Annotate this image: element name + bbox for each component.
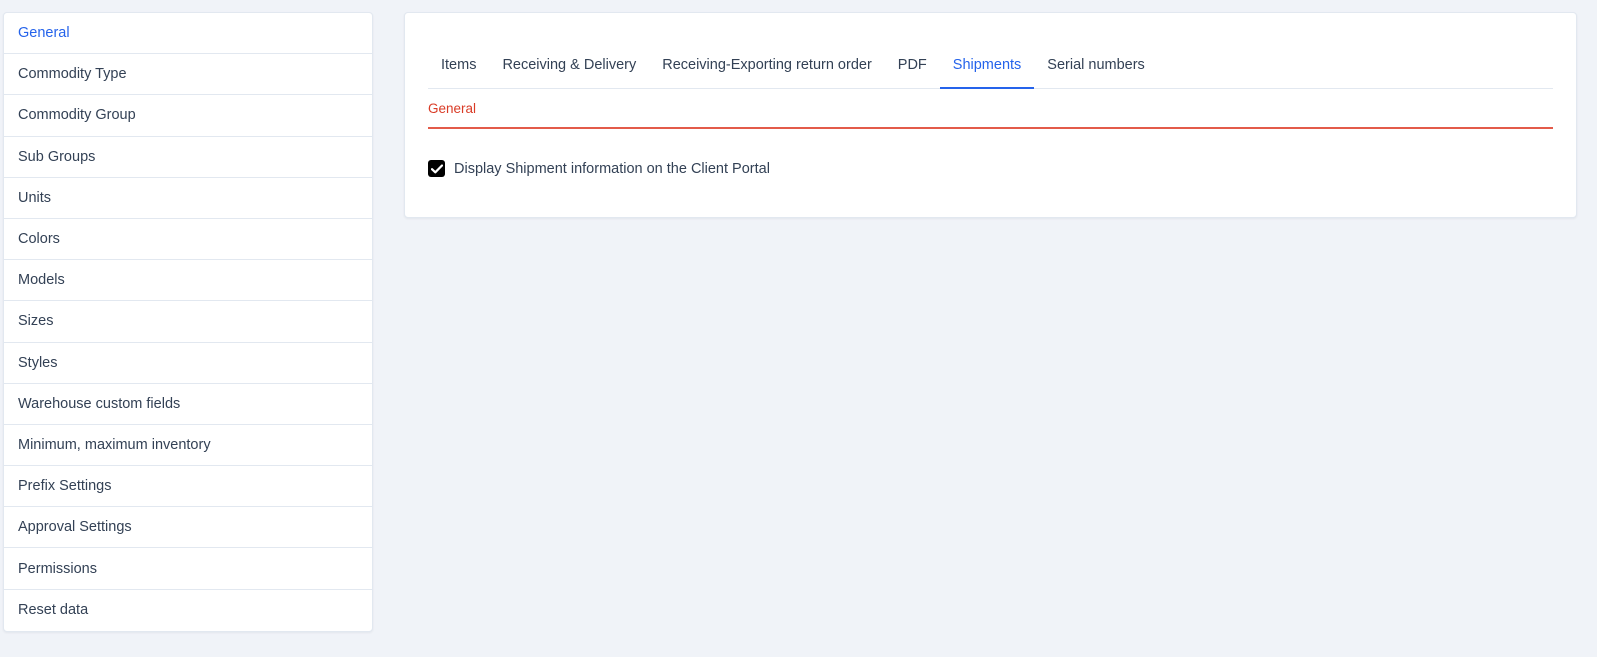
sidebar-item-reset-data[interactable]: Reset data xyxy=(4,590,372,631)
sidebar-item-styles[interactable]: Styles xyxy=(4,343,372,384)
sidebar-item-units[interactable]: Units xyxy=(4,178,372,219)
check-icon xyxy=(430,163,443,173)
sidebar-item-commodity-type[interactable]: Commodity Type xyxy=(4,54,372,96)
sidebar-item-warehouse-custom-fields[interactable]: Warehouse custom fields xyxy=(4,384,372,425)
tab-pdf[interactable]: PDF xyxy=(885,41,940,88)
settings-panel: Items Receiving & Delivery Receiving-Exp… xyxy=(404,12,1577,218)
sidebar-item-min-max-inventory[interactable]: Minimum, maximum inventory xyxy=(4,425,372,467)
settings-tabs: Items Receiving & Delivery Receiving-Exp… xyxy=(428,41,1553,89)
sidebar-item-models[interactable]: Models xyxy=(4,260,372,302)
sidebar-item-sizes[interactable]: Sizes xyxy=(4,301,372,343)
section-title-general: General xyxy=(428,101,1553,129)
tab-serial-numbers[interactable]: Serial numbers xyxy=(1034,41,1158,88)
tab-shipments[interactable]: Shipments xyxy=(939,41,1035,89)
sidebar-item-commodity-group[interactable]: Commodity Group xyxy=(4,95,372,137)
settings-sidebar: General Commodity Type Commodity Group S… xyxy=(3,12,373,632)
display-shipment-label: Display Shipment information on the Clie… xyxy=(454,160,770,177)
sidebar-item-colors[interactable]: Colors xyxy=(4,219,372,261)
tab-receiving-exporting-return-order[interactable]: Receiving-Exporting return order xyxy=(649,41,885,88)
tab-receiving-delivery[interactable]: Receiving & Delivery xyxy=(489,41,649,88)
sidebar-item-general[interactable]: General xyxy=(4,13,372,55)
sidebar-item-permissions[interactable]: Permissions xyxy=(4,548,372,590)
display-shipment-setting[interactable]: Display Shipment information on the Clie… xyxy=(428,160,770,177)
display-shipment-checkbox[interactable] xyxy=(428,160,445,177)
sidebar-item-sub-groups[interactable]: Sub Groups xyxy=(4,137,372,178)
sidebar-item-prefix-settings[interactable]: Prefix Settings xyxy=(4,466,372,508)
sidebar-item-approval-settings[interactable]: Approval Settings xyxy=(4,507,372,549)
tab-items[interactable]: Items xyxy=(428,41,489,88)
